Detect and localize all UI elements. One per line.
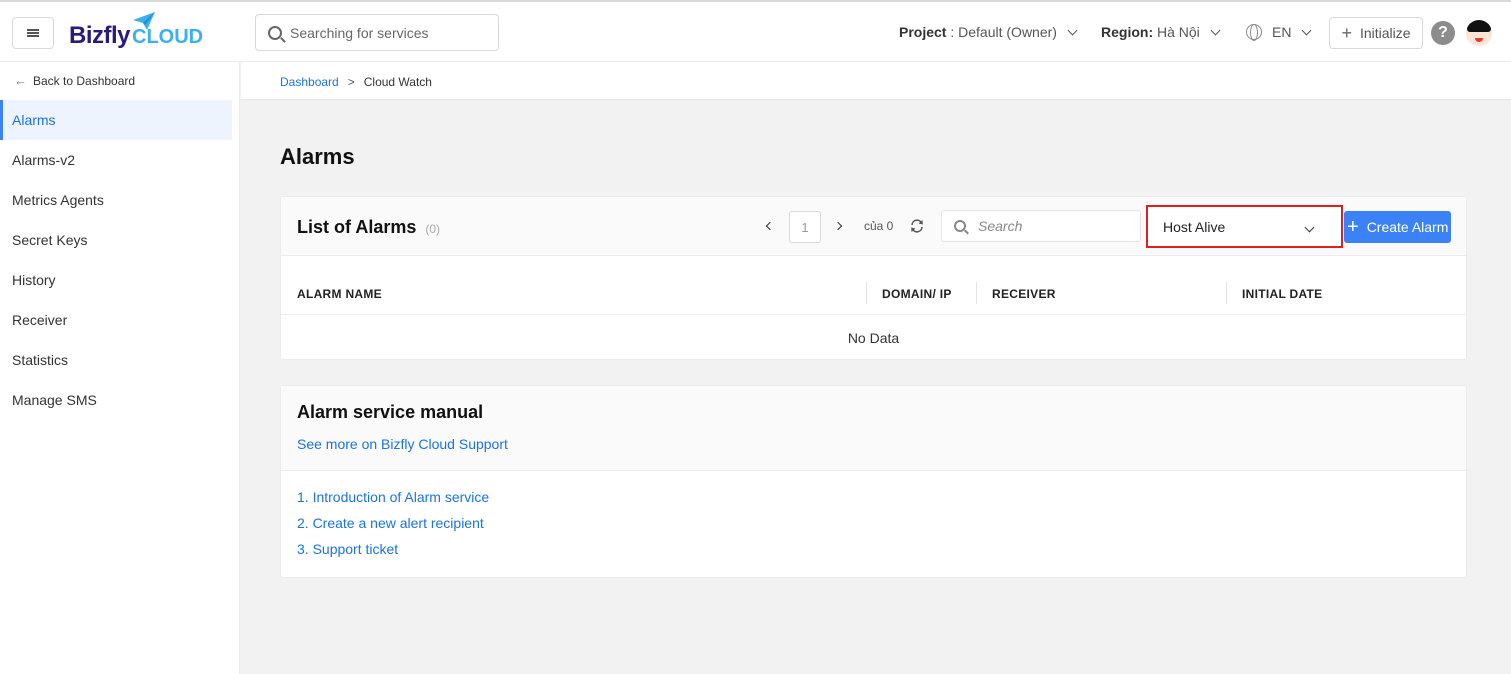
create-alarm-button[interactable]: + Create Alarm xyxy=(1344,211,1451,243)
manual-link-support-ticket[interactable]: 3. Support ticket xyxy=(297,541,398,557)
alarms-count-badge: (0) xyxy=(425,222,441,236)
search-icon xyxy=(268,25,282,40)
sidebar-item-secret-keys[interactable]: Secret Keys xyxy=(0,220,232,260)
help-icon[interactable]: ? xyxy=(1431,21,1455,45)
bizfly-logo[interactable]: Bizfly CLOUD xyxy=(69,12,203,50)
column-header-alarm-name: ALARM NAME xyxy=(297,287,382,301)
next-page-button[interactable] xyxy=(833,218,845,234)
empty-table-message: No Data xyxy=(847,330,900,346)
chevron-right-icon xyxy=(833,221,842,231)
region-label: Region: xyxy=(1101,24,1154,40)
language-selector[interactable]: EN xyxy=(1246,24,1312,41)
alarm-search-input[interactable] xyxy=(978,218,1128,234)
arrow-left-icon: ← xyxy=(14,73,27,88)
chevron-down-icon xyxy=(1304,222,1315,233)
globe-icon xyxy=(1246,24,1262,41)
sidebar-item-receiver[interactable]: Receiver xyxy=(0,300,232,340)
service-search[interactable] xyxy=(255,14,499,51)
initialize-label: Initialize xyxy=(1359,25,1411,41)
breadcrumb-bar: Dashboard > Cloud Watch xyxy=(241,62,1511,100)
alarm-type-select[interactable]: Host Alive xyxy=(1146,205,1343,248)
sidebar-item-history[interactable]: History xyxy=(0,260,232,300)
column-header-domain-ip: DOMAIN/ IP xyxy=(882,287,952,301)
plus-icon: + xyxy=(1347,216,1359,238)
project-label: Project xyxy=(899,24,947,40)
language-value: EN xyxy=(1272,24,1292,40)
page-title: Alarms xyxy=(280,144,355,169)
service-search-input[interactable] xyxy=(290,24,480,41)
initialize-button[interactable]: + Initialize xyxy=(1329,17,1423,49)
breadcrumb-separator: > xyxy=(347,75,355,89)
create-alarm-label: Create Alarm xyxy=(1366,219,1449,235)
hamburger-icon xyxy=(27,29,39,37)
column-divider xyxy=(976,282,977,304)
column-header-initial-date: INITIAL DATE xyxy=(1242,287,1323,301)
chevron-down-icon xyxy=(1210,25,1221,35)
alarm-type-value: Host Alive xyxy=(1163,218,1226,235)
back-label: Back to Dashboard xyxy=(33,73,136,88)
plus-icon: + xyxy=(1341,23,1352,43)
sidebar-item-metrics-agents[interactable]: Metrics Agents xyxy=(0,180,232,220)
manual-link-create-recipient[interactable]: 2. Create a new alert recipient xyxy=(297,515,484,531)
alarms-list-title: List of Alarms (0) xyxy=(297,217,440,238)
back-to-dashboard-link[interactable]: ← Back to Dashboard xyxy=(14,73,135,88)
chevron-left-icon xyxy=(765,221,774,231)
project-selector[interactable]: Project : Default (Owner) xyxy=(899,24,1078,40)
previous-page-button[interactable] xyxy=(762,218,774,234)
avatar[interactable] xyxy=(1466,20,1492,46)
sidebar-item-alarms-v2[interactable]: Alarms-v2 xyxy=(0,140,232,180)
sidebar-item-statistics[interactable]: Statistics xyxy=(0,340,232,380)
breadcrumb-dashboard-link[interactable]: Dashboard xyxy=(280,75,339,89)
column-divider xyxy=(1226,282,1227,304)
alarms-list-title-text: List of Alarms xyxy=(297,217,417,237)
refresh-icon[interactable] xyxy=(909,218,925,234)
alarm-manual-title: Alarm service manual xyxy=(297,402,484,422)
logo-text-main: Bizfly xyxy=(69,22,131,49)
alarm-manual-header: Alarm service manual See more on Bizfly … xyxy=(281,386,1466,471)
manual-link-introduction[interactable]: 1. Introduction of Alarm service xyxy=(297,489,489,505)
column-header-receiver: RECEIVER xyxy=(992,287,1056,301)
project-value: : Default (Owner) xyxy=(946,24,1057,40)
sidebar: ← Back to Dashboard Alarms Alarms-v2 Met… xyxy=(0,62,240,674)
region-selector[interactable]: Region: Hà Nội xyxy=(1101,24,1221,40)
column-divider xyxy=(866,282,867,304)
chevron-down-icon xyxy=(1302,25,1312,35)
region-value: Hà Nội xyxy=(1153,24,1200,40)
paper-plane-icon xyxy=(133,12,155,30)
support-link[interactable]: See more on Bizfly Cloud Support xyxy=(297,436,508,452)
top-header: Bizfly CLOUD Project : Default (Owner) R… xyxy=(0,0,1511,62)
sidebar-item-alarms[interactable]: Alarms xyxy=(0,100,232,140)
table-header-divider xyxy=(281,314,1466,315)
alarm-search[interactable] xyxy=(941,210,1141,242)
page-total-text: của 0 xyxy=(864,219,894,233)
breadcrumb-current: Cloud Watch xyxy=(363,75,432,89)
search-icon xyxy=(954,220,966,232)
alarms-list-header: List of Alarms (0) 1 của 0 Host Alive + … xyxy=(281,197,1466,256)
breadcrumb: Dashboard > Cloud Watch xyxy=(280,75,432,89)
sidebar-item-manage-sms[interactable]: Manage SMS xyxy=(0,380,232,420)
alarms-list-card: List of Alarms (0) 1 của 0 Host Alive + … xyxy=(280,196,1467,360)
alarm-manual-card: Alarm service manual See more on Bizfly … xyxy=(280,385,1467,578)
menu-toggle-button[interactable] xyxy=(12,17,54,49)
page-number-input[interactable]: 1 xyxy=(789,211,821,243)
chevron-down-icon xyxy=(1067,25,1078,35)
